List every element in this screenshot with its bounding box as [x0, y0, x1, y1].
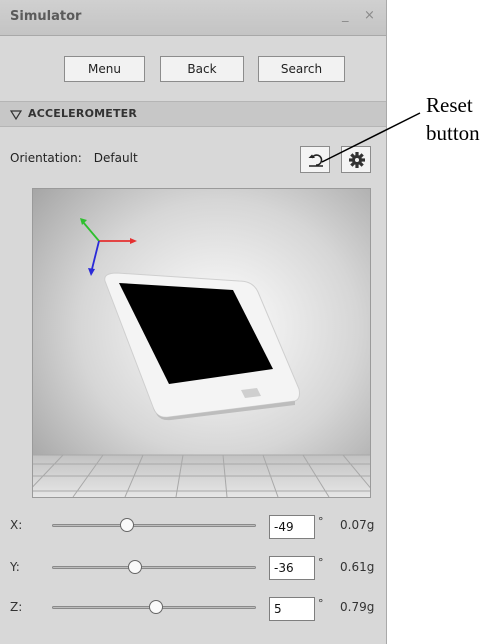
- callout-line: [321, 112, 421, 163]
- callout-text-line-1: Reset: [426, 93, 473, 117]
- callout-text-line-2: button: [426, 121, 480, 145]
